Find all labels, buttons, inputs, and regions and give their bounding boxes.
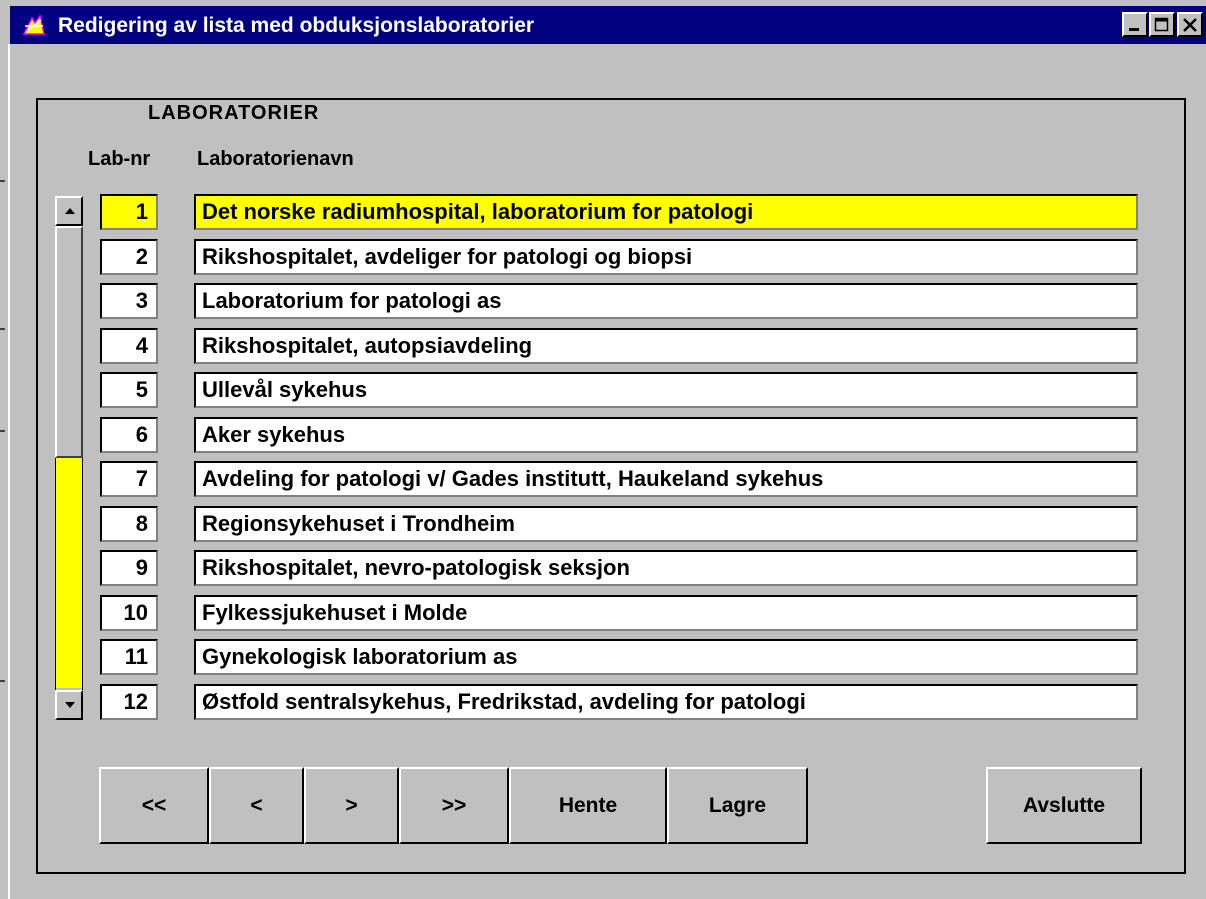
- lab-name-field[interactable]: Ullevål sykehus: [194, 372, 1138, 408]
- lab-nr-field[interactable]: 10: [100, 594, 158, 631]
- window-left-border: [8, 44, 10, 899]
- minimize-icon: [1129, 28, 1139, 31]
- title-bar[interactable]: Redigering av lista med obduksjonslabora…: [10, 6, 1206, 44]
- lab-name-field[interactable]: Østfold sentralsykehus, Fredrikstad, avd…: [194, 683, 1138, 720]
- lab-name-field[interactable]: Gynekologisk laboratorium as: [194, 639, 1138, 675]
- column-header-lab-name: Laboratorienavn: [197, 148, 354, 170]
- lab-name-field[interactable]: Rikshospitalet, autopsiavdeling: [194, 327, 1138, 364]
- first-record-button[interactable]: <<: [99, 767, 209, 844]
- lab-nr-field[interactable]: 12: [100, 683, 158, 720]
- arrow-up-icon: [65, 208, 75, 214]
- exit-button[interactable]: Avslutte: [986, 767, 1142, 844]
- fetch-button[interactable]: Hente: [509, 767, 667, 844]
- column-header-lab-nr: Lab-nr: [88, 148, 151, 170]
- lab-name-field[interactable]: Laboratorium for patologi as: [194, 283, 1138, 319]
- lab-nr-field[interactable]: 9: [100, 550, 158, 586]
- lab-nr-field[interactable]: 1: [100, 194, 158, 230]
- lab-name-field[interactable]: Rikshospitalet, avdeliger for patologi o…: [194, 238, 1138, 275]
- next-record-button[interactable]: >: [304, 767, 399, 844]
- lab-nr-field[interactable]: 7: [100, 461, 158, 497]
- arrow-down-icon: [65, 702, 75, 708]
- lab-name-field[interactable]: Fylkessjukehuset i Molde: [194, 594, 1138, 631]
- lab-name-field[interactable]: Avdeling for patologi v/ Gades institutt…: [194, 461, 1138, 497]
- lab-name-field[interactable]: Det norske radiumhospital, laboratorium …: [194, 194, 1138, 230]
- scrollbar-highlight: [56, 458, 82, 688]
- save-button[interactable]: Lagre: [667, 767, 808, 844]
- scroll-down-button[interactable]: [55, 690, 83, 720]
- last-record-button[interactable]: >>: [399, 767, 509, 844]
- previous-record-button[interactable]: <: [209, 767, 304, 844]
- edge-tick: [0, 430, 5, 432]
- vertical-scrollbar[interactable]: [55, 196, 83, 720]
- edge-tick: [0, 180, 5, 182]
- scrollbar-thumb[interactable]: [55, 226, 83, 458]
- lab-nr-field[interactable]: 4: [100, 327, 158, 364]
- close-button[interactable]: [1177, 12, 1203, 37]
- lab-name-field[interactable]: Regionsykehuset i Trondheim: [194, 505, 1138, 542]
- group-legend: LABORATORIER: [108, 102, 360, 125]
- edge-tick: [0, 328, 5, 330]
- lab-name-field[interactable]: Aker sykehus: [194, 416, 1138, 453]
- window-title: Redigering av lista med obduksjonslabora…: [58, 14, 535, 37]
- lab-name-field[interactable]: Rikshospitalet, nevro-patologisk seksjon: [194, 550, 1138, 586]
- close-icon: [1183, 18, 1197, 32]
- maximize-icon: [1154, 17, 1169, 32]
- scroll-up-button[interactable]: [55, 196, 83, 226]
- lab-nr-field[interactable]: 3: [100, 283, 158, 319]
- app-icon: [22, 14, 46, 36]
- lab-nr-field[interactable]: 5: [100, 372, 158, 408]
- lab-nr-field[interactable]: 8: [100, 505, 158, 542]
- lab-nr-field[interactable]: 2: [100, 238, 158, 275]
- lab-nr-field[interactable]: 11: [100, 639, 158, 675]
- edge-tick: [0, 680, 5, 682]
- lab-nr-field[interactable]: 6: [100, 416, 158, 453]
- maximize-button[interactable]: [1149, 12, 1175, 37]
- minimize-button[interactable]: [1122, 12, 1148, 37]
